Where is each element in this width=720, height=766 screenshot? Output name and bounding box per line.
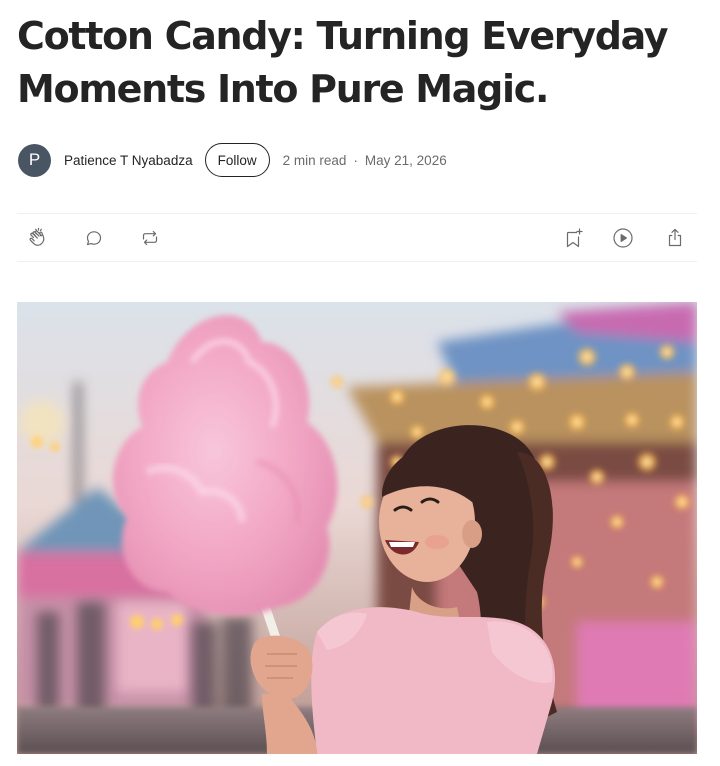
meta-separator: ·: [353, 152, 358, 168]
follow-button[interactable]: Follow: [204, 143, 270, 177]
bookmark-add-icon[interactable]: [561, 226, 585, 250]
share-icon[interactable]: [663, 226, 687, 250]
play-icon[interactable]: [611, 226, 635, 250]
comment-icon[interactable]: [82, 226, 106, 250]
author-avatar[interactable]: P: [18, 143, 51, 177]
clap-icon[interactable]: [26, 226, 50, 250]
author-name[interactable]: Patience T Nyabadza: [64, 153, 193, 168]
byline: P Patience T Nyabadza Follow 2 min read …: [18, 143, 708, 177]
publish-date: May 21, 2026: [364, 152, 447, 168]
article-meta: 2 min read · May 21, 2026: [283, 153, 447, 168]
article-action-bar: [17, 213, 697, 262]
repost-icon[interactable]: [138, 226, 162, 250]
article-title: Cotton Candy: Turning Everyday Moments I…: [17, 14, 669, 111]
read-time: 2 min read: [282, 152, 347, 168]
hero-image: [17, 302, 697, 754]
